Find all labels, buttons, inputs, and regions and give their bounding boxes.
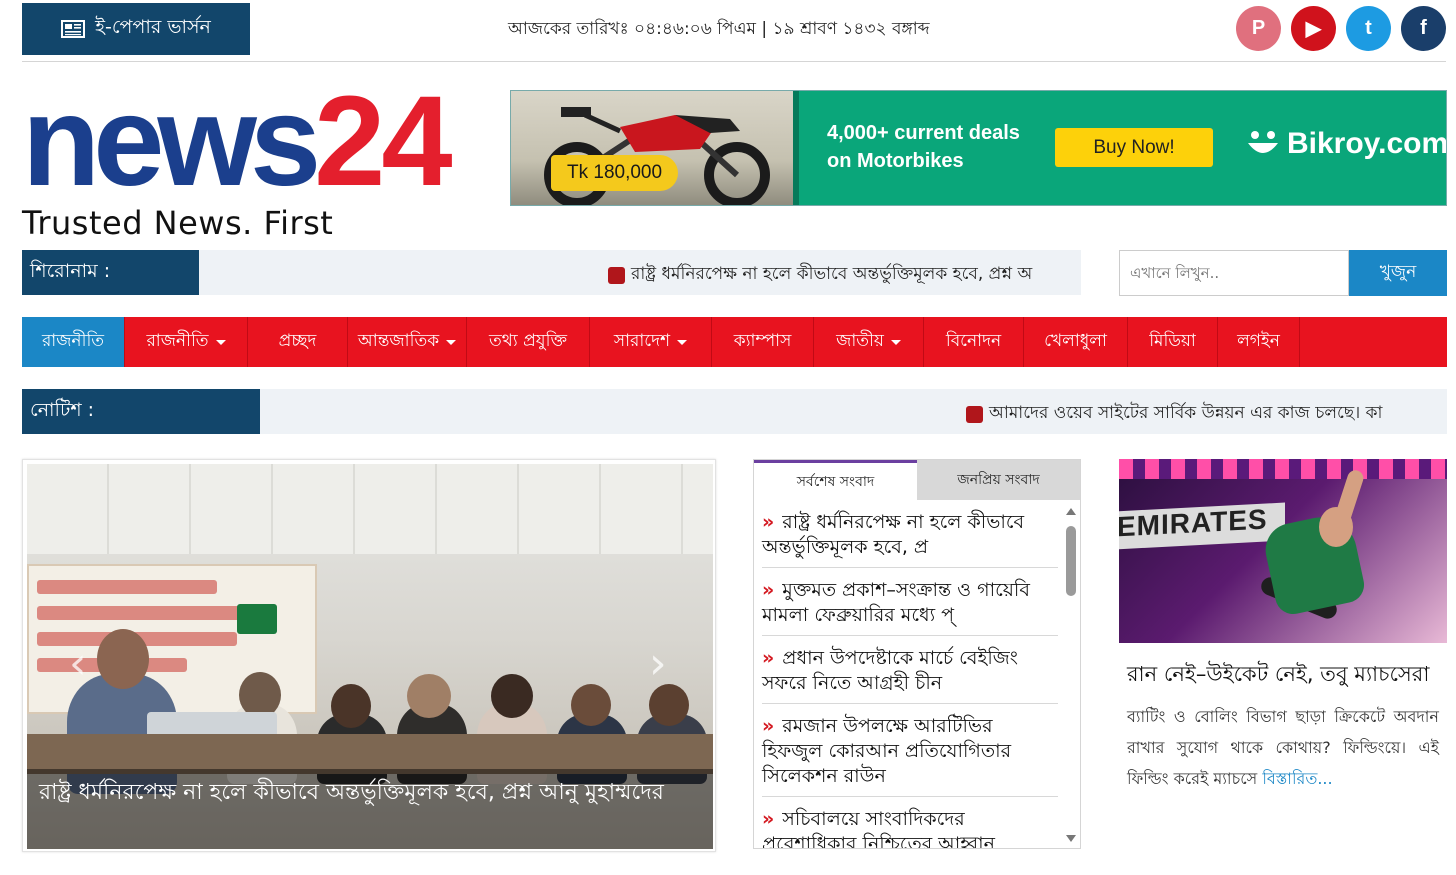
slider-prev-icon[interactable]: ‹ [69,642,99,686]
scroll-down-icon[interactable] [1066,835,1076,842]
social-links: P ▶ t f [1236,6,1446,51]
scrollbar-thumb[interactable] [1066,526,1076,596]
ad-deals-text: 4,000+ current deals on Motorbikes [827,122,1020,172]
ad-banner[interactable]: Tk 180,000 4,000+ current deals on Motor… [510,90,1447,206]
tab-popular[interactable]: জনপ্রিয় সংবাদ [917,460,1080,500]
nav-item-media[interactable]: মিডিয়া [1128,317,1218,367]
notice-label: নোটিশ : [22,389,260,434]
bullet-square-icon [608,266,625,284]
list-item[interactable]: » প্রধান উপদেষ্টাকে মার্চে বেইজিং সফরে নি… [762,636,1058,704]
news-tabs: সর্বশেষ সংবাদ জনপ্রিয় সংবাদ » রাষ্ট্র ধর… [753,459,1081,849]
read-more-link[interactable]: বিস্তারিত... [1262,769,1332,788]
youtube-icon[interactable]: ▶ [1291,6,1336,51]
sponsor-board: EMIRATES [1119,502,1285,550]
list-item[interactable]: » রমজান উপলক্ষে আরটিভির হিফজুল কোরআন প্রত… [762,704,1058,797]
search-box: খুজুন [1119,250,1447,296]
nav-item-technology[interactable]: তথ্য প্রযুক্তি [467,317,590,367]
main-nav: রাজনীতি রাজনীতি প্রচ্ছদ আন্তজাতিক তথ্য প… [22,317,1447,367]
buy-now-button[interactable]: Buy Now! [1055,128,1213,167]
headline-label: শিরোনাম : [22,250,199,295]
chevron-down-icon [215,339,226,345]
nav-item-cover[interactable]: প্রচ্ছদ [248,317,348,367]
chevron-down-icon [677,339,688,345]
double-chevron-icon: » [762,511,775,533]
chevron-down-icon [446,339,457,345]
bikroy-icon [1248,131,1278,153]
notice-ticker: নোটিশ : আমাদের ওয়েব সাইটের সার্বিক উন্ন… [22,389,1447,434]
site-logo[interactable]: news24 Trusted News. First [22,78,482,244]
lead-story-image: ‹ › রাষ্ট্র ধর্মনিরপেক্ষ না হলে কীভাবে অ… [27,464,713,849]
side-story: EMIRATES রান নেই–উইকেট নেই, তবু ম্যাচসের… [1119,459,1447,859]
nav-item-country[interactable]: সারাদেশ [590,317,712,367]
nav-item-international[interactable]: আন্তজাতিক [348,317,467,367]
double-chevron-icon: » [762,647,775,669]
newspaper-icon [61,20,86,38]
list-item[interactable]: » সচিবালয়ে সাংবাদিকদের প্রবেশাধিকার নিশ্… [762,797,1058,848]
lead-story-headline[interactable]: রাষ্ট্র ধর্মনিরপেক্ষ না হলে কীভাবে অন্তর… [27,769,713,849]
lead-story-slider[interactable]: ‹ › রাষ্ট্র ধর্মনিরপেক্ষ না হলে কীভাবে অ… [22,459,716,852]
pinterest-icon[interactable]: P [1236,6,1281,51]
motorbike-photo: Tk 180,000 [511,91,793,205]
nav-item-entertainment[interactable]: বিনোদন [924,317,1024,367]
double-chevron-icon: » [762,808,775,830]
epaper-button[interactable]: ই-পেপার ভার্সন [22,3,250,55]
ad-offer-panel: 4,000+ current deals on Motorbikes Buy N… [793,91,1446,205]
chevron-down-icon [890,339,901,345]
side-story-summary: ব্যাটিং ও বোলিং বিভাগ ছাড়া ক্রিকেটে অবদ… [1127,707,1439,788]
headline-ticker: শিরোনাম : রাষ্ট্র ধর্মনিরপেক্ষ না হলে কী… [22,250,1081,295]
bullet-square-icon [966,405,983,423]
tab-latest[interactable]: সর্বশেষ সংবাদ [754,460,917,500]
date-text: আজকের তারিখঃ ০৪:৪৬:০৬ পিএম | ১৯ শ্রাবণ ১… [508,19,930,39]
nav-item-national[interactable]: জাতীয় [814,317,924,367]
headline-ticker-item[interactable]: রাষ্ট্র ধর্মনিরপেক্ষ না হলে কীভাবে অন্তর… [608,261,1032,289]
facebook-icon[interactable]: f [1401,6,1446,51]
bikroy-logo: Bikroy.com [1245,127,1446,161]
nav-item-campus[interactable]: ক্যাম্পাস [712,317,814,367]
top-bar: ই-পেপার ভার্সন আজকের তারিখঃ ০৪:৪৬:০৬ পিএ… [22,0,1446,62]
nav-item-sports[interactable]: খেলাধুলা [1024,317,1128,367]
notice-ticker-item[interactable]: আমাদের ওয়েব সাইটের সার্বিক উন্নয়ন এর ক… [966,400,1383,428]
search-input[interactable] [1119,250,1349,296]
search-button[interactable]: খুজুন [1349,250,1447,296]
slider-next-icon[interactable]: › [649,642,679,686]
double-chevron-icon: » [762,715,775,737]
double-chevron-icon: » [762,579,775,601]
list-item[interactable]: » মুক্তমত প্রকাশ–সংক্রান্ত ও গায়েবি মামল… [762,568,1058,636]
tab-bar: সর্বশেষ সংবাদ জনপ্রিয় সংবাদ [754,460,1080,500]
logo-tagline: Trusted News. First [22,204,334,242]
list-scrollbar[interactable] [1062,500,1080,848]
logo-wordmark: news24 [22,70,453,213]
nav-item-politics-home[interactable]: রাজনীতি [22,317,125,367]
twitter-icon[interactable]: t [1346,6,1391,51]
nav-item-login[interactable]: লগইন [1218,317,1300,367]
list-item[interactable]: » রাষ্ট্র ধর্মনিরপেক্ষ না হলে কীভাবে অন্ত… [762,500,1058,568]
nav-item-politics[interactable]: রাজনীতি [125,317,248,367]
epaper-label: ই-পেপার ভার্সন [95,16,211,38]
side-story-title[interactable]: রান নেই–উইকেট নেই, তবু ম্যাচসেরা [1119,657,1447,691]
price-tag: Tk 180,000 [551,155,679,191]
scroll-up-icon[interactable] [1066,508,1076,515]
side-story-image[interactable]: EMIRATES [1119,459,1447,643]
news-list: » রাষ্ট্র ধর্মনিরপেক্ষ না হলে কীভাবে অন্ত… [754,500,1064,848]
